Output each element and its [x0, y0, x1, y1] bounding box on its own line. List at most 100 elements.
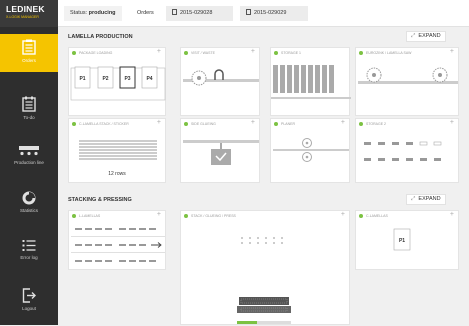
card-stack-glueing-press[interactable]: STACK / GLUEING / PRESS + — [180, 210, 350, 325]
brand-name: LEDINEK — [6, 4, 45, 14]
press-diagram — [237, 237, 291, 324]
add-icon[interactable]: + — [251, 48, 255, 55]
c-lamellas-diagram: P1 — [393, 228, 411, 251]
rows-count: 12 rows — [108, 171, 126, 177]
status-dot — [359, 121, 363, 126]
status-dot — [359, 50, 363, 55]
expand-label: EXPAND — [418, 33, 441, 39]
sidebar: LEDINEK X-LOGIK MANAGER Orders To-do Pro… — [0, 0, 58, 325]
status-dot — [274, 50, 278, 55]
sidebar-item-statistics[interactable]: Statistics — [0, 186, 58, 224]
status-dot — [72, 50, 76, 55]
statistics-icon — [22, 191, 36, 205]
card-storage-2[interactable]: STORAGE 2 + — [355, 118, 459, 183]
todo-icon — [22, 96, 36, 112]
card-c-lamella-stack[interactable]: C-LAMELLA STACK / STICKER + 12 rows — [68, 118, 166, 183]
sidebar-item-todo[interactable]: To-do — [0, 91, 58, 129]
sidebar-item-label: Production line — [14, 160, 44, 165]
order-tab-2[interactable]: 2015-029029 — [240, 6, 308, 21]
production-line-icon — [19, 146, 39, 156]
arrow-right-icon — [151, 242, 162, 248]
sidebar-item-label: To-do — [23, 115, 35, 120]
status-dot — [72, 213, 76, 218]
document-icon — [172, 9, 177, 15]
card-label: PLANER — [281, 121, 296, 126]
card-label: C-LAMELLA STACK / STICKER — [79, 121, 129, 126]
error-log-icon — [22, 240, 36, 251]
package-loading-diagram: P1 P2 P3 P4 — [70, 66, 166, 101]
status-value: producing — [88, 10, 116, 16]
card-label: STORAGE 2 — [366, 121, 386, 126]
tab-orders[interactable]: Orders — [131, 6, 160, 21]
card-storage-1[interactable]: STORAGE 1 — [270, 47, 351, 116]
sidebar-item-production-line[interactable]: Production line — [0, 138, 58, 176]
storage-2-diagram — [364, 141, 442, 161]
card-label: EUROZINK / LAMELLA SAW — [366, 50, 412, 55]
card-label: C-LAMELLAS — [366, 213, 388, 218]
card-label: STACK / GLUEING / PRESS — [191, 213, 236, 218]
add-icon[interactable]: + — [251, 119, 255, 126]
card-planer[interactable]: PLANER + — [270, 118, 350, 183]
logout-icon — [22, 288, 36, 303]
sidebar-item-label: Orders — [22, 58, 36, 63]
section-title-lamella: LAMELLA PRODUCTION — [68, 34, 133, 40]
planer-diagram — [273, 138, 349, 162]
logo: LEDINEK X-LOGIK MANAGER — [0, 0, 58, 27]
sidebar-item-orders[interactable]: Orders — [0, 34, 58, 72]
glueing-diagram — [183, 140, 259, 165]
card-visit-waste[interactable]: VISIT / WASTE + — [180, 47, 260, 116]
expand-icon: ⤢ — [411, 33, 416, 39]
sidebar-item-label: Statistics — [19, 208, 38, 213]
sidebar-item-logout[interactable]: Logout — [0, 283, 58, 321]
orders-label: Orders — [137, 10, 154, 16]
package-label: P2 — [102, 76, 108, 82]
expand-button-stacking[interactable]: ⤢ EXPAND — [406, 194, 446, 205]
status-indicator: Status: producing — [64, 6, 122, 21]
package-label: P1 — [399, 238, 405, 244]
lamella-saw-diagram — [358, 67, 458, 84]
add-icon[interactable]: + — [450, 119, 454, 126]
sidebar-item-label: Error log — [20, 255, 38, 260]
card-label: VISIT / WASTE — [191, 50, 215, 55]
progress-fill — [237, 321, 257, 324]
card-label: L-LAMELLAS — [79, 213, 101, 218]
status-dot — [359, 213, 363, 218]
order-tab-1[interactable]: 2015-029028 — [166, 6, 233, 21]
storage-diagram — [271, 65, 351, 99]
expand-button-lamella[interactable]: ⤢ EXPAND — [406, 31, 446, 42]
orders-icon — [22, 39, 36, 55]
card-c-lamellas[interactable]: C-LAMELLAS + P1 — [355, 210, 459, 270]
top-bar: Status: producing Orders 2015-029028 201… — [58, 0, 469, 27]
sidebar-item-label: Logout — [22, 306, 36, 311]
order-number: 2015-029029 — [254, 10, 287, 16]
add-icon[interactable]: + — [341, 119, 345, 126]
document-icon — [246, 9, 251, 15]
status-dot — [72, 121, 76, 126]
card-package-loading[interactable]: PACKAGE LOADING + P1 P2 P3 P4 — [68, 47, 166, 116]
status-dot — [184, 213, 188, 218]
card-label: SIDE GLUEING — [191, 121, 216, 126]
card-l-lamellas[interactable]: L-LAMELLAS + — [68, 210, 166, 270]
package-label: P3 — [124, 76, 130, 82]
status-dot — [184, 121, 188, 126]
sidebar-item-error-log[interactable]: Error log — [0, 234, 58, 272]
stack-rows-diagram — [79, 140, 157, 160]
add-icon[interactable]: + — [341, 211, 345, 218]
add-icon[interactable]: + — [157, 119, 161, 126]
expand-label: EXPAND — [418, 196, 441, 202]
status-dot — [184, 50, 188, 55]
package-label: P4 — [146, 76, 152, 82]
status-label: Status: — [70, 10, 88, 16]
card-label: PACKAGE LOADING — [79, 50, 113, 55]
card-eurozink-lamella-saw[interactable]: EUROZINK / LAMELLA SAW + — [355, 47, 459, 116]
add-icon[interactable]: + — [450, 211, 454, 218]
add-icon[interactable]: + — [450, 48, 454, 55]
add-icon[interactable]: + — [157, 211, 161, 218]
l-lamellas-diagram — [71, 228, 165, 262]
status-dot — [274, 121, 278, 126]
saw-diagram — [183, 69, 259, 86]
brand-subtitle: X-LOGIK MANAGER — [6, 15, 39, 19]
add-icon[interactable]: + — [157, 48, 161, 55]
card-side-glueing[interactable]: SIDE GLUEING + — [180, 118, 260, 183]
card-label: STORAGE 1 — [281, 50, 301, 55]
